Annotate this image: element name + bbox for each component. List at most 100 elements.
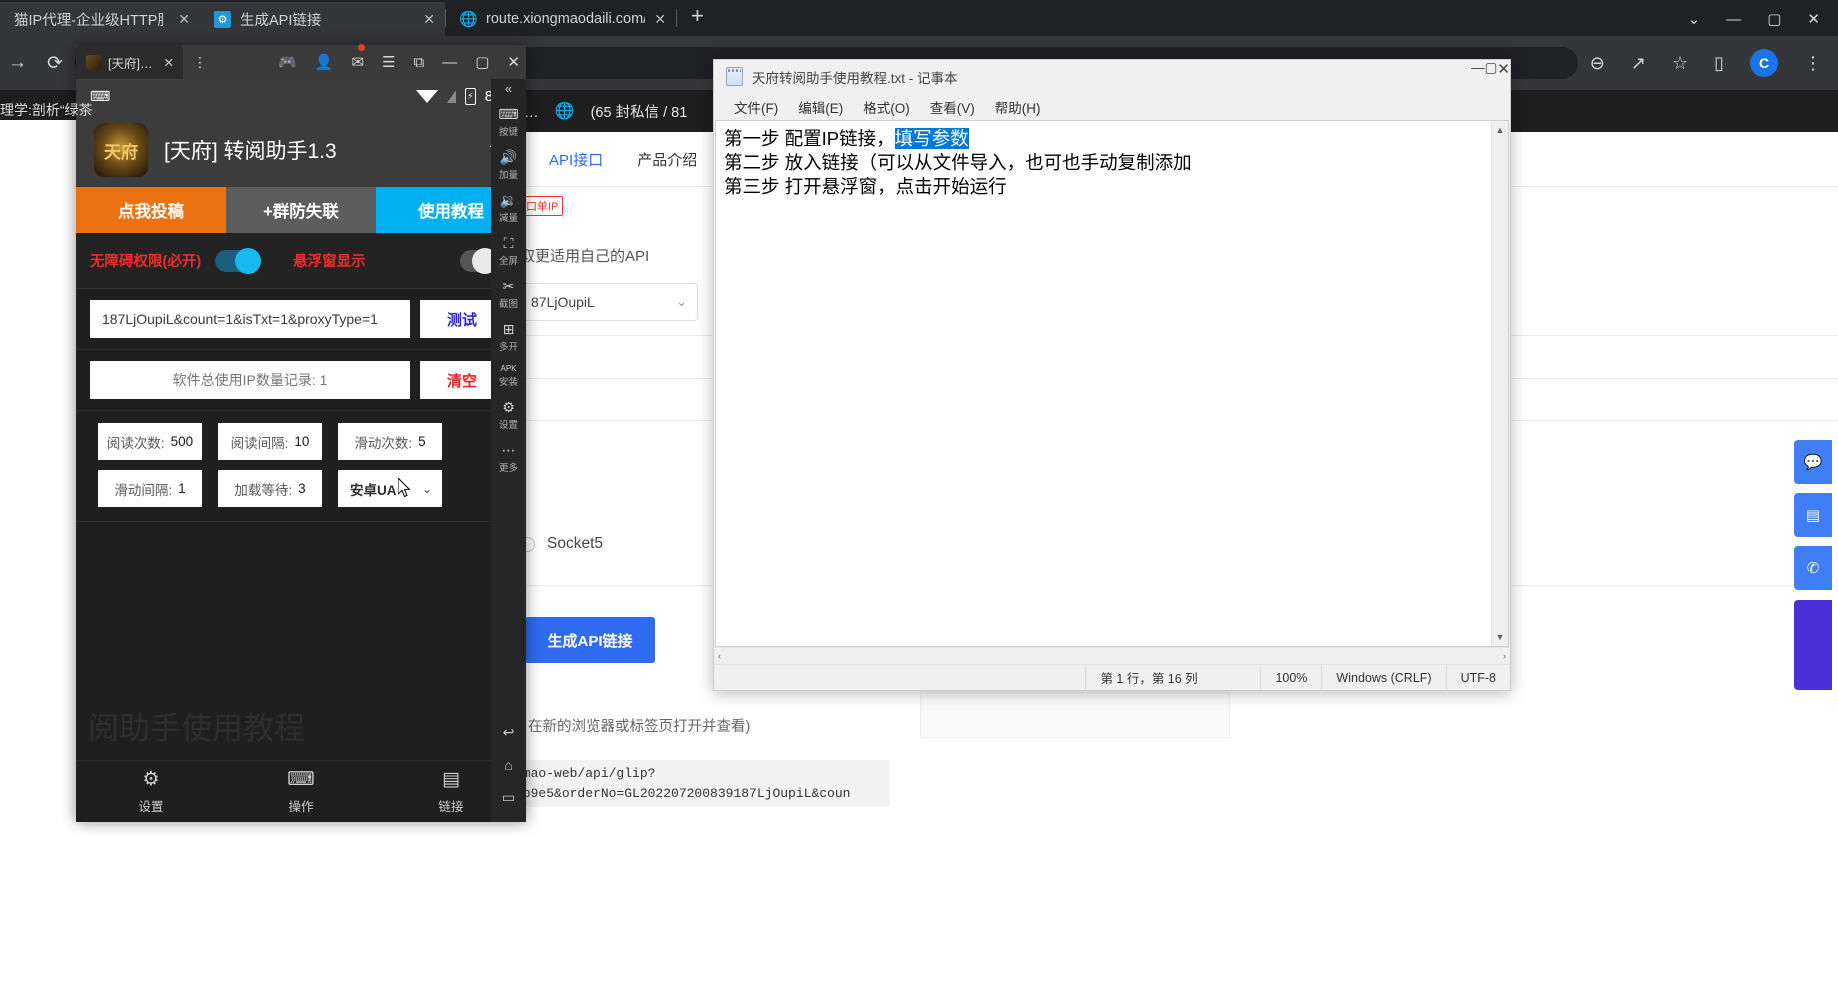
side-install-apk[interactable]: APK 安装 [499, 364, 518, 388]
menu-edit[interactable]: 编辑(E) [788, 97, 853, 117]
side-volume-down[interactable]: 🔉 减量 [499, 192, 518, 224]
scroll-up-icon[interactable]: ▲ [1496, 125, 1505, 135]
new-tab-button[interactable]: + [677, 3, 718, 33]
side-multi-window[interactable]: ⊞ 多开 [499, 321, 518, 353]
notepad-menubar: 文件(F) 编辑(E) 格式(O) 查看(V) 帮助(H) [714, 93, 1510, 120]
mouse-cursor [398, 478, 412, 498]
menu-help[interactable]: 帮助(H) [985, 97, 1051, 117]
chevron-down-icon[interactable]: ⌄ [1688, 10, 1701, 28]
param-ua-select[interactable]: 安卓UA ⌄ [338, 470, 442, 507]
bottom-nav-operations[interactable]: ⌨ 操作 [226, 761, 376, 822]
result-card-1 [920, 692, 1230, 738]
bottom-nav-label: 设置 [138, 796, 163, 815]
browser-tab-2[interactable]: 🌐 route.xiongmaodaili.com/xiong ✕ [446, 2, 676, 36]
signal-icon [447, 90, 456, 103]
scroll-down-icon[interactable]: ▼ [1496, 632, 1505, 642]
forward-icon[interactable]: → [8, 52, 27, 74]
minimize-icon[interactable]: — [1471, 60, 1485, 93]
star-icon[interactable]: ☆ [1672, 53, 1688, 74]
maximize-icon[interactable]: ▢ [1485, 60, 1498, 93]
minimize-icon[interactable]: — [1726, 11, 1741, 28]
param-load-wait[interactable]: 加载等待: 3 [218, 470, 322, 507]
browser-tab-0[interactable]: 猫IP代理-企业级HTTP服务提供 ✕ [0, 2, 200, 36]
restore-icon[interactable]: ⧉ [414, 54, 425, 71]
bottom-nav-label: 操作 [288, 796, 313, 815]
key-icon: ⌨ [498, 106, 518, 123]
scroll-left-icon[interactable]: ‹ [718, 651, 721, 661]
close-icon[interactable]: ✕ [178, 11, 190, 28]
menu-format[interactable]: 格式(O) [853, 97, 920, 117]
param-value: 5 [418, 434, 426, 449]
browser-tab-title: 生成API链接 [240, 9, 321, 30]
notepad-vertical-scrollbar[interactable]: ▲ ▼ [1491, 121, 1508, 646]
back-icon[interactable]: ↩ [503, 724, 515, 741]
menu-view[interactable]: 查看(V) [920, 97, 985, 117]
emulator-tab[interactable]: [天府]… ✕ [76, 45, 183, 79]
param-swipe-interval[interactable]: 滑动间隔: 1 [98, 470, 202, 507]
side-key[interactable]: ⌨ 按键 [498, 106, 518, 138]
bottom-nav-settings[interactable]: ⚙ 设置 [76, 761, 226, 822]
share-icon[interactable]: ↗ [1631, 53, 1646, 74]
api-url-code[interactable]: /xiongmao-web/api/glip? 1bd4d5b9e5&order… [470, 760, 890, 807]
side-label: 减量 [499, 210, 518, 224]
param-read-interval[interactable]: 阅读间隔: 10 [218, 423, 322, 460]
status-zoom: 100% [1260, 665, 1321, 690]
generate-api-button[interactable]: 生成API链接 [525, 617, 655, 663]
nav-link-api[interactable]: API接口 [549, 149, 603, 170]
tab-submit[interactable]: 点我投稿 [76, 187, 226, 233]
side-fullscreen[interactable]: ⛶ 全屏 [499, 235, 518, 267]
notepad-text-area[interactable]: 第一步 配置IP链接，填写参数 第二步 放入链接（可以从文件导入，也可也手动复制… [716, 121, 1491, 646]
mail-icon[interactable]: ✉ [351, 53, 364, 71]
notepad-selected-text: 填写参数 [895, 128, 969, 149]
maximize-icon[interactable]: ▢ [1767, 10, 1781, 28]
float-chat-icon[interactable]: 💬 [1794, 440, 1832, 484]
radio-label: Socket5 [547, 535, 603, 553]
close-icon[interactable]: ✕ [423, 11, 435, 28]
float-service-panel[interactable] [1794, 600, 1832, 690]
tab-group[interactable]: +群防失联 [226, 187, 376, 233]
minimize-icon[interactable]: — [442, 54, 457, 71]
close-icon[interactable]: ✕ [1497, 60, 1510, 93]
zoom-out-icon[interactable]: ⊖ [1590, 53, 1605, 74]
sidebar-icon[interactable]: ▯ [1714, 53, 1724, 74]
collapse-icon[interactable]: « [505, 81, 512, 96]
close-icon[interactable]: ✕ [654, 11, 666, 28]
close-icon[interactable]: ✕ [507, 53, 520, 71]
side-volume-up[interactable]: 🔊 加量 [499, 149, 518, 181]
param-swipe-count[interactable]: 滑动次数: 5 [338, 423, 442, 460]
float-qr-icon[interactable]: ▤ [1794, 493, 1832, 537]
param-label: 加载等待: [234, 479, 292, 499]
menu-file[interactable]: 文件(F) [724, 97, 788, 117]
ip-url-input[interactable]: 187LjOupiL&count=1&isTxt=1&proxyType=1 [90, 300, 410, 338]
chevron-down-icon: ⌄ [422, 482, 432, 496]
side-label: 按键 [499, 124, 518, 138]
float-phone-icon[interactable]: ✆ [1794, 546, 1832, 590]
notepad-horizontal-scrollbar[interactable]: ‹ › [714, 647, 1510, 664]
close-icon[interactable]: ✕ [163, 55, 173, 70]
browser-tab-1[interactable]: ⚙ 生成API链接 ✕ [200, 2, 445, 36]
side-screenshot[interactable]: ✂ 截图 [499, 278, 518, 310]
avatar[interactable]: C [1750, 49, 1778, 77]
close-icon[interactable]: ✕ [1807, 10, 1820, 28]
page-left-fragment [0, 90, 76, 998]
maximize-icon[interactable]: ▢ [475, 53, 489, 71]
hamburger-icon[interactable]: ☰ [382, 53, 395, 71]
browser-menu-icon[interactable]: ⋮ [1804, 53, 1822, 74]
side-label: 设置 [499, 417, 518, 431]
side-settings[interactable]: ⚙ 设置 [499, 399, 518, 431]
scroll-right-icon[interactable]: › [1503, 651, 1506, 661]
home-icon[interactable]: ⌂ [504, 757, 512, 773]
browser-window-controls: ⌄ — ▢ ✕ [1688, 10, 1838, 36]
reload-icon[interactable]: ⟳ [47, 52, 63, 75]
gamepad-icon[interactable]: 🎮 [278, 53, 297, 71]
recents-icon[interactable]: ▭ [502, 789, 515, 806]
side-more[interactable]: ⋯ 更多 [499, 442, 518, 474]
nav-link-products[interactable]: 产品介绍 [637, 149, 697, 170]
account-icon[interactable]: 👤 [315, 53, 334, 71]
accessibility-toggle[interactable] [215, 250, 261, 272]
param-read-count[interactable]: 阅读次数: 500 [98, 423, 202, 460]
protocol-radio-socket5[interactable]: Socket5 [520, 535, 603, 553]
emulator-menu-icon[interactable]: ⋮ [183, 54, 218, 71]
order-select[interactable]: 87LjOupiL ⌄ [520, 283, 698, 321]
emulator-titlebar: [天府]… ✕ ⋮ 🎮 👤 ✉ ☰ ⧉ — ▢ ✕ [76, 45, 526, 79]
